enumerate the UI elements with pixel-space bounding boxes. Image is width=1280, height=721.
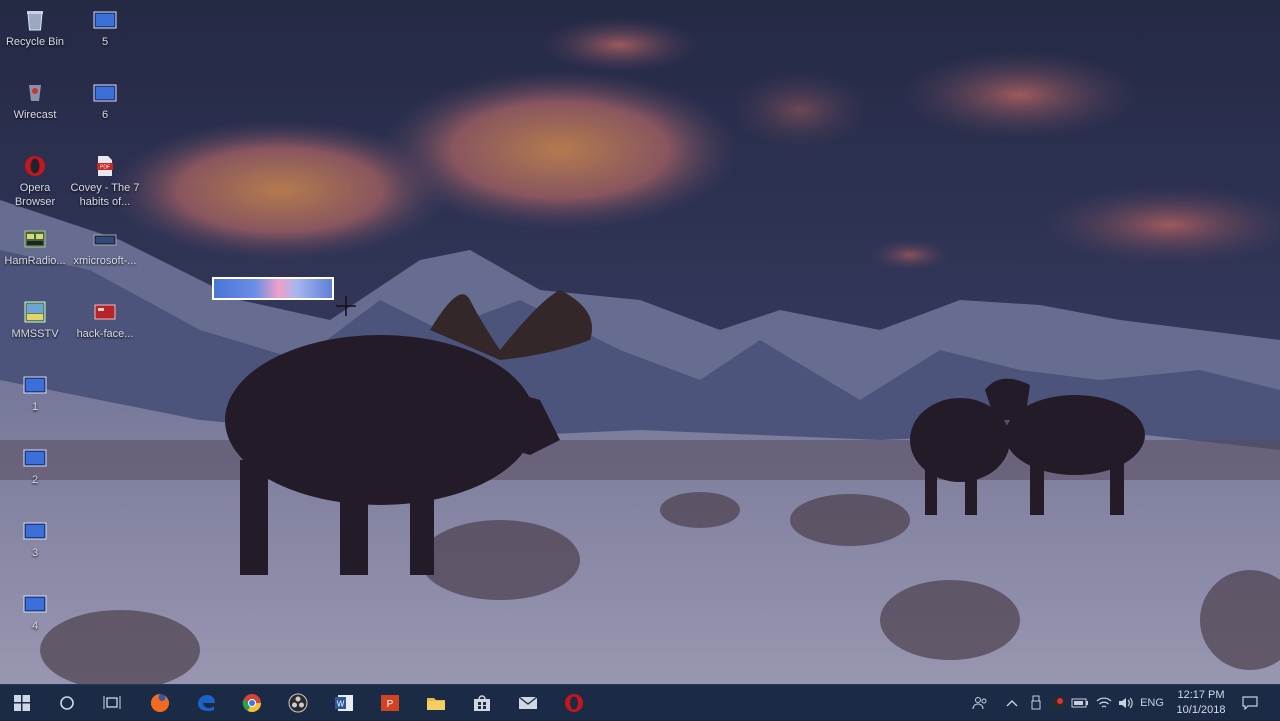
screenshot-file-icon [93, 81, 117, 105]
taskbar-obs-studio[interactable] [276, 685, 320, 721]
tray-wifi[interactable] [1094, 685, 1114, 721]
desktop-icon-label: xmicrosoft-... [73, 255, 137, 267]
obs-icon [288, 693, 308, 713]
speaker-icon [1119, 697, 1133, 709]
crosshair-cursor-icon [336, 296, 356, 316]
start-button[interactable] [0, 685, 44, 721]
language-label: ENG [1140, 697, 1164, 709]
desktop-icon-5[interactable]: 5 [70, 8, 140, 49]
desktop-icon-opera[interactable]: Opera Browser [0, 154, 70, 209]
mail-icon [518, 696, 538, 709]
tray-battery[interactable] [1070, 685, 1090, 721]
screenshot-file-icon [23, 373, 47, 397]
desktop-icon-label: 5 [101, 36, 109, 48]
desktop-icon-label: 6 [101, 109, 109, 121]
taskbar-file-explorer[interactable] [414, 685, 458, 721]
task-view-icon [103, 696, 121, 709]
taskbar-clock[interactable]: 12:17 PM 10/1/2018 [1166, 688, 1236, 718]
windows-logo-icon [14, 695, 30, 711]
desktop-icon-wirecast[interactable]: Wirecast [0, 81, 70, 122]
store-icon [474, 695, 490, 711]
svg-text:W: W [337, 700, 345, 709]
desktop-icon-label: 3 [31, 547, 39, 559]
desktop-icon-label: Wirecast [13, 109, 57, 121]
people-icon [972, 697, 987, 710]
desktop-icon-3[interactable]: 3 [0, 519, 70, 560]
wifi-icon [1096, 697, 1112, 708]
desktop-icon-hack-face[interactable]: hack-face... [70, 300, 140, 341]
notification-icon [1242, 696, 1258, 710]
image-file-icon [93, 300, 117, 324]
taskbar-firefox[interactable] [138, 685, 182, 721]
clock-date: 10/1/2018 [1176, 704, 1226, 716]
desktop-icon-covey-pdf[interactable]: PDF Covey - The 7 habits of... [70, 154, 140, 209]
chrome-icon [242, 694, 261, 713]
taskbar-word[interactable]: W [322, 685, 366, 721]
search-button[interactable] [45, 685, 89, 721]
desktop-icon-label: Recycle Bin [5, 36, 65, 48]
snip-selection-rectangle[interactable] [212, 277, 334, 300]
screenshot-file-icon [93, 227, 117, 251]
desktop-icon-xmicrosoft[interactable]: xmicrosoft-... [70, 227, 140, 268]
desktop-icon-label: 1 [31, 401, 39, 413]
taskbar-powerpoint[interactable]: P [368, 685, 412, 721]
screenshot-file-icon [23, 446, 47, 470]
dim-overlay [0, 0, 1280, 684]
tray-usb[interactable] [1026, 685, 1046, 721]
screenshot-file-icon [23, 519, 47, 543]
desktop-icon-label: Opera Browser [14, 182, 56, 208]
wirecast-icon [23, 81, 47, 105]
powerpoint-icon: P [381, 695, 399, 711]
folder-icon [427, 698, 445, 710]
people-button[interactable] [968, 685, 992, 721]
taskbar-store[interactable] [460, 685, 504, 721]
taskbar-chrome[interactable] [230, 685, 274, 721]
hamradio-icon [23, 227, 47, 251]
desktop-icon-label: 4 [31, 620, 39, 632]
desktop-icon-label: HamRadio... [4, 255, 66, 267]
screenshot-file-icon [93, 8, 117, 32]
taskbar-edge[interactable] [184, 685, 228, 721]
clock-time: 12:17 PM [1177, 689, 1225, 701]
desktop-icon-label: MMSSTV [11, 328, 59, 340]
desktop-icon-1[interactable]: 1 [0, 373, 70, 414]
desktop-icon-label: 2 [31, 474, 39, 486]
task-view-button[interactable] [90, 685, 134, 721]
firefox-icon [151, 694, 169, 712]
tray-volume[interactable] [1116, 685, 1136, 721]
svg-text:P: P [387, 699, 394, 710]
cortana-circle-icon [60, 696, 74, 710]
svg-text:PDF: PDF [100, 165, 110, 171]
taskbar-opera[interactable] [552, 685, 596, 721]
action-center-button[interactable] [1238, 685, 1262, 721]
battery-icon [1071, 698, 1088, 708]
taskbar-mail[interactable] [506, 685, 550, 721]
mmsstv-icon [23, 300, 47, 324]
desktop-icon-2[interactable]: 2 [0, 446, 70, 487]
word-icon: W [335, 695, 353, 711]
opera-icon [23, 154, 47, 178]
opera-icon [565, 694, 583, 712]
desktop-icon-4[interactable]: 4 [0, 592, 70, 633]
usb-device-icon [1031, 695, 1041, 710]
desktop-icon-hamradio[interactable]: HamRadio... [0, 227, 70, 268]
pdf-file-icon: PDF [93, 154, 117, 178]
desktop-icon-label: hack-face... [76, 328, 134, 340]
tray-app[interactable] [1048, 685, 1068, 721]
desktop-icon-label: Covey - The 7 habits of... [70, 182, 140, 208]
screenshot-file-icon [23, 592, 47, 616]
app-tray-icon [1052, 697, 1064, 709]
desktop-icon-6[interactable]: 6 [70, 81, 140, 122]
edge-icon [198, 695, 215, 711]
recycle-bin-icon [23, 8, 47, 32]
input-language-indicator[interactable]: ENG [1138, 685, 1166, 721]
desktop-icon-recycle-bin[interactable]: Recycle Bin [0, 8, 70, 49]
chevron-up-icon [1006, 700, 1018, 707]
taskbar: W P ENG 12:17 PM 10/1/2018 [0, 684, 1280, 720]
show-hidden-icons-button[interactable] [1002, 685, 1022, 721]
desktop-icon-mmsstv[interactable]: MMSSTV [0, 300, 70, 341]
